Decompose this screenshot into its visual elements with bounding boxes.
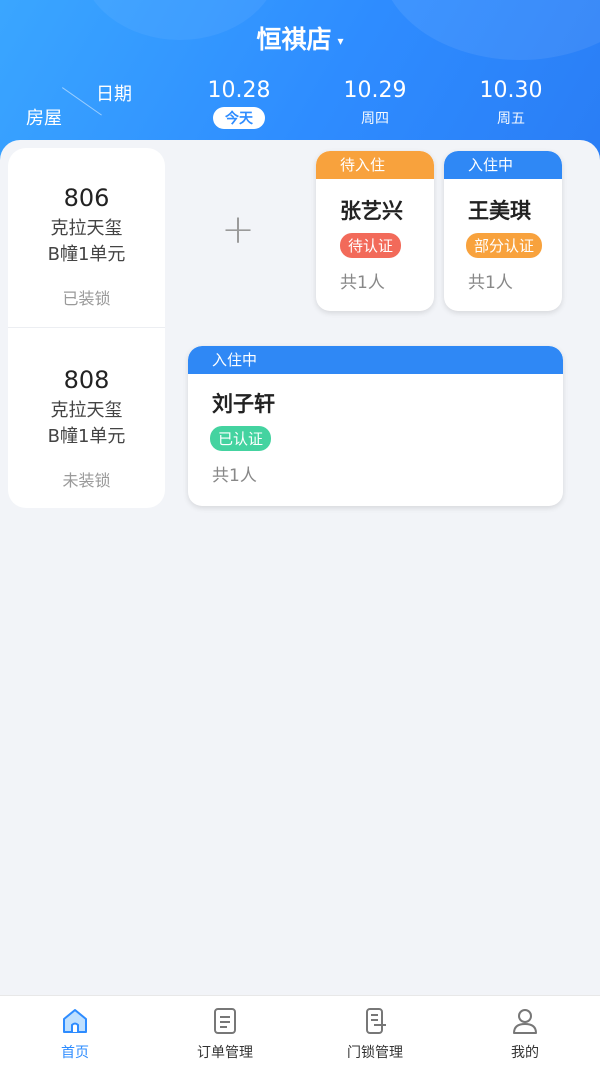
room-unit: B幢1单元 (47, 426, 126, 447)
verification-badge: 已认证 (210, 426, 272, 451)
booking-status: 入住中 (188, 346, 563, 374)
store-name: 恒祺店 (256, 25, 332, 54)
booking-card[interactable]: 入住中 刘子轩 已认证 共1人 (188, 346, 563, 506)
nav-label: 订单管理 (197, 1045, 253, 1061)
date-axis-label: 日期 (96, 84, 132, 105)
room-item[interactable]: 808 克拉天玺 B幢1单元 未装锁 (8, 328, 165, 508)
lock-status: 未装锁 (62, 471, 111, 490)
room-number: 808 (63, 366, 110, 394)
order-icon (214, 1008, 236, 1034)
nav-item-orders[interactable]: 订单管理 (150, 996, 300, 1067)
date-column[interactable]: 10.29 周四 (315, 78, 435, 128)
date-column-today[interactable]: 10.28 今天 (179, 78, 299, 129)
profile-icon (513, 1009, 537, 1034)
nav-item-profile[interactable]: 我的 (450, 996, 600, 1067)
door-lock-icon (366, 1008, 386, 1034)
table-corner-header: 日期 房屋 (20, 78, 150, 130)
room-community: 克拉天玺 (50, 218, 123, 239)
weekday-label: 周四 (361, 111, 389, 127)
date-column[interactable]: 10.30 周五 (451, 78, 571, 128)
chevron-down-icon: ▾ (337, 34, 344, 48)
bottom-navigation: 首页 订单管理 门锁管理 我的 (0, 995, 600, 1067)
nav-label: 门锁管理 (347, 1045, 403, 1061)
booking-card[interactable]: 待入住 张艺兴 待认证 共1人 (316, 151, 434, 311)
date-value: 10.28 (207, 78, 271, 103)
verification-badge: 待认证 (340, 233, 402, 258)
verification-badge: 部分认证 (466, 233, 543, 258)
room-unit: B幢1单元 (47, 244, 126, 265)
nav-item-home[interactable]: 首页 (0, 996, 150, 1067)
lock-status: 已装锁 (62, 289, 111, 308)
guest-name: 王美琪 (468, 199, 531, 223)
date-value: 10.30 (479, 78, 543, 103)
booking-status: 待入住 (316, 151, 434, 179)
room-community: 克拉天玺 (50, 400, 123, 421)
date-value: 10.29 (343, 78, 407, 103)
guest-count: 共1人 (468, 273, 513, 293)
room-item[interactable]: 806 克拉天玺 B幢1单元 已装锁 (8, 148, 165, 328)
guest-name: 刘子轩 (212, 392, 275, 416)
home-icon (63, 1009, 87, 1033)
app: 恒祺店 ▾ 日期 房屋 10.28 今天 10.29 周四 10.30 周五 80… (0, 0, 600, 1067)
nav-label: 首页 (61, 1045, 89, 1061)
room-axis-label: 房屋 (26, 108, 62, 129)
room-list: 806 克拉天玺 B幢1单元 已装锁 808 克拉天玺 B幢1单元 未装锁 (8, 148, 165, 508)
nav-item-door-lock[interactable]: 门锁管理 (300, 996, 450, 1067)
guest-count: 共1人 (340, 273, 385, 293)
booking-card[interactable]: 入住中 王美琪 部分认证 共1人 (444, 151, 562, 311)
store-selector[interactable]: 恒祺店 ▾ (0, 20, 600, 56)
guest-name: 张艺兴 (340, 199, 403, 223)
weekday-label: 周五 (497, 111, 525, 127)
room-number: 806 (63, 184, 110, 212)
today-badge: 今天 (213, 107, 265, 129)
add-booking-button[interactable]: + (220, 210, 256, 250)
guest-count: 共1人 (212, 466, 257, 486)
nav-label: 我的 (511, 1045, 539, 1061)
booking-status: 入住中 (444, 151, 562, 179)
